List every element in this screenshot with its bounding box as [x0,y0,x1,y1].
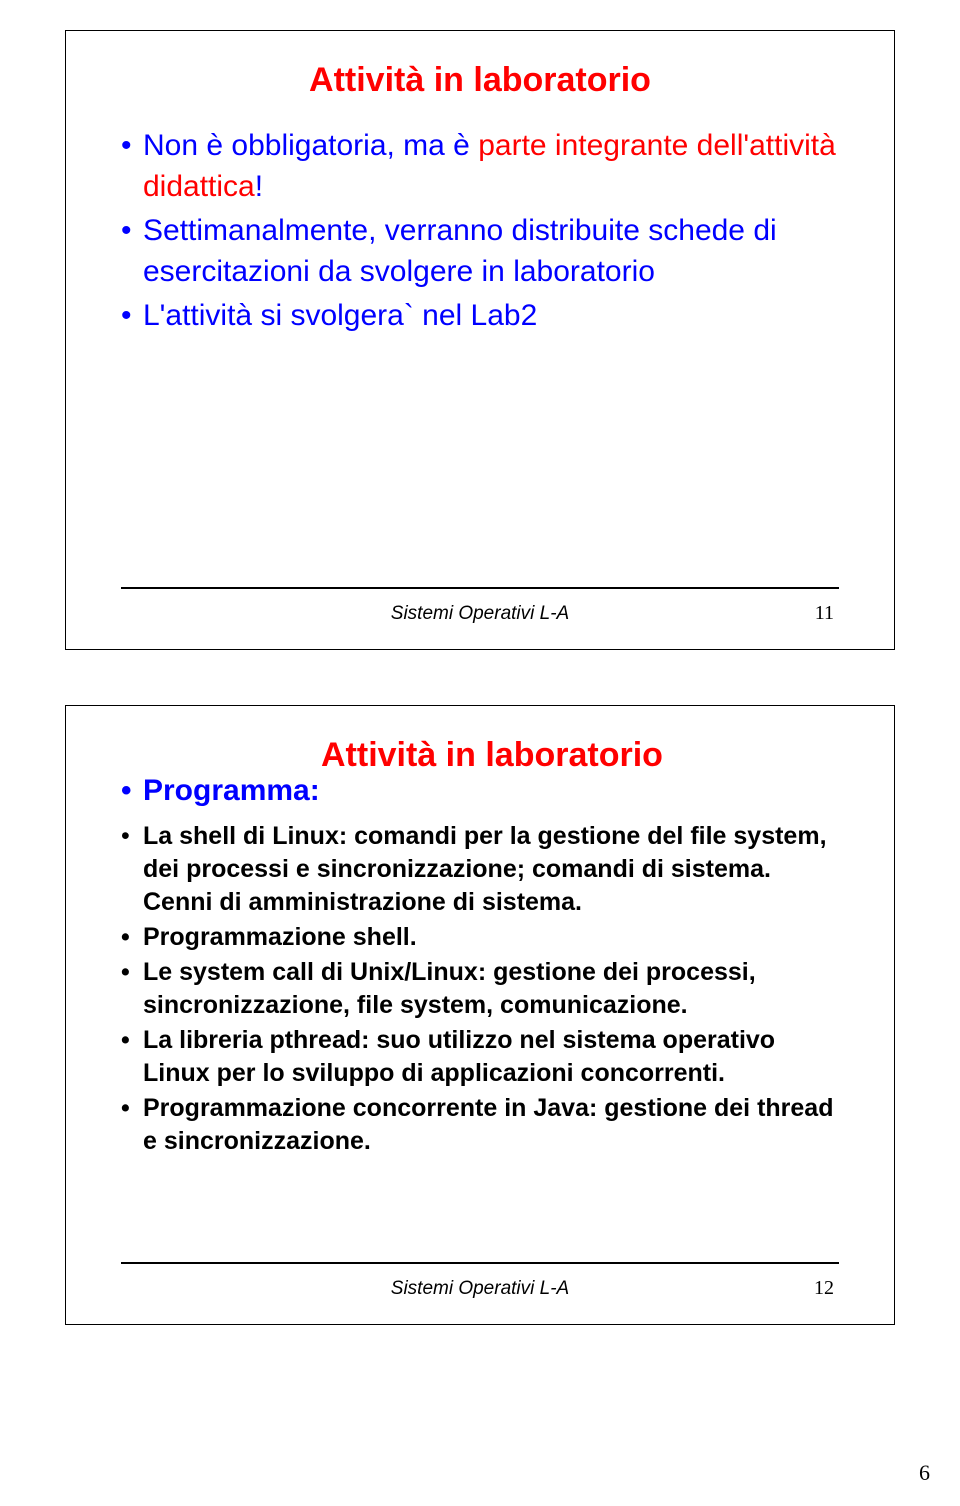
text: Non è obbligatoria, ma è [143,129,478,162]
slide-2: Attività in laboratorio Programma: La sh… [65,705,895,1325]
footer-rule [121,1262,839,1264]
text-bold: La shell di Linux: comandi per la gestio… [143,822,827,916]
slide2-bullet-3: Le system call di Unix/Linux: gestione d… [121,956,839,1022]
text: ! [255,170,263,203]
footer-text: Sistemi Operativi L-A [391,1278,569,1299]
doc-page-number: 6 [919,1460,930,1486]
page: Attività in laboratorio Non è obbligator… [0,0,960,1506]
footer-text: Sistemi Operativi L-A [391,603,569,624]
slide2-header-row: Attività in laboratorio [121,736,839,775]
slide-1: Attività in laboratorio Non è obbligator… [65,30,895,650]
slide2-title-red: Attività in laboratorio [321,736,663,775]
slide1-bullets: Non è obbligatoria, ma è parte integrant… [121,126,839,337]
slide1-title: Attività in laboratorio [121,61,839,100]
slide2-bullet-4: La libreria pthread: suo utilizzo nel si… [121,1024,839,1090]
programma-label: Programma: [143,774,320,807]
slide2-bullet-5: Programmazione concorrente in Java: gest… [121,1092,839,1158]
slide1-bullet-1: Non è obbligatoria, ma è parte integrant… [121,126,839,207]
slide2-footer: Sistemi Operativi L-A 12 [66,1278,894,1300]
slide1-page-num: 11 [815,602,834,625]
slide1-footer: Sistemi Operativi L-A 11 [66,603,894,625]
slide1-bullet-3: L'attività si svolgera` nel Lab2 [121,296,839,337]
slide2-top-bullets: Programma: [121,771,839,812]
slide1-bullet-2: Settimanalmente, verranno distribuite sc… [121,211,839,292]
slide2-bullet-1: La shell di Linux: comandi per la gestio… [121,820,839,919]
slide2-bullet-2: Programmazione shell. [121,921,839,954]
slide2-bullets: La shell di Linux: comandi per la gestio… [121,820,839,1158]
slide2-programma: Programma: [121,771,839,812]
footer-rule [121,587,839,589]
slide2-page-num: 12 [814,1277,834,1300]
